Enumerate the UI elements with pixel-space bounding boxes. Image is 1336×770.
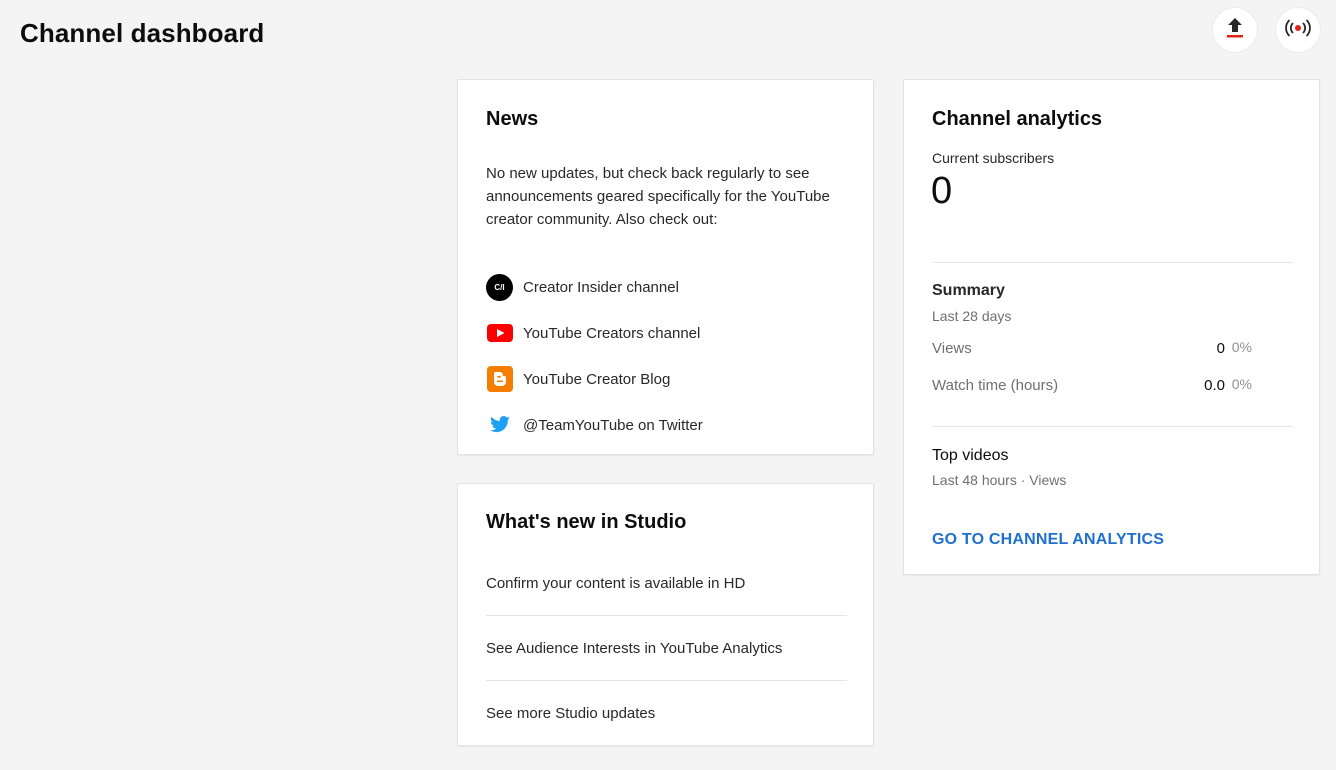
link-label: YouTube Creators channel (523, 324, 701, 342)
metric-value: 0.0 (1204, 377, 1225, 394)
metric-label: Watch time (hours) (932, 377, 1059, 394)
link-creator-insider[interactable]: C/I Creator Insider channel (486, 264, 703, 310)
views-metric-row: Views 0 0% (932, 339, 1252, 357)
link-teamyoutube-twitter[interactable]: @TeamYouTube on Twitter (486, 402, 703, 448)
channel-analytics-title: Channel analytics (932, 108, 1103, 130)
link-label: YouTube Creator Blog (523, 370, 671, 388)
metric-change: 0% (1231, 376, 1252, 392)
divider (932, 262, 1293, 263)
news-body: No new updates, but check back regularly… (486, 165, 830, 228)
go-live-button[interactable] (1275, 7, 1321, 53)
channel-analytics-card: Channel analytics Current subscribers 0 … (903, 79, 1320, 575)
summary-period: Last 28 days (932, 308, 1012, 324)
live-broadcast-icon (1284, 18, 1312, 43)
creator-insider-icon: C/I (486, 273, 513, 301)
page-title: Channel dashboard (20, 18, 265, 48)
news-links: C/I Creator Insider channel YouTube Crea… (486, 264, 703, 448)
upload-icon (1224, 16, 1246, 45)
whats-new-card: What's new in Studio Confirm your conten… (457, 483, 874, 746)
creator-insider-icon-text: C/I (494, 282, 505, 292)
subscribers-label: Current subscribers (932, 150, 1055, 166)
twitter-icon (486, 412, 513, 439)
summary-title: Summary (932, 282, 1005, 299)
blogger-icon (486, 366, 513, 393)
metric-label: Views (932, 340, 972, 357)
header-actions (1212, 7, 1321, 53)
link-youtube-creators[interactable]: YouTube Creators channel (486, 310, 703, 356)
whats-new-item[interactable]: Confirm your content is available in HD (486, 551, 847, 616)
whats-new-title: What's new in Studio (486, 511, 687, 533)
link-label: Creator Insider channel (523, 278, 679, 296)
upload-button[interactable] (1212, 7, 1258, 53)
watch-time-metric-row: Watch time (hours) 0.0 0% (932, 376, 1252, 394)
subscribers-count: 0 (931, 170, 953, 212)
whats-new-item[interactable]: See more Studio updates (486, 681, 847, 746)
top-videos-title: Top videos (932, 447, 1009, 464)
youtube-icon (486, 320, 513, 347)
top-videos-subtitle: Last 48 hours · Views (932, 472, 1067, 488)
divider (932, 426, 1293, 427)
whats-new-list: Confirm your content is available in HD … (486, 551, 847, 746)
whats-new-item[interactable]: See Audience Interests in YouTube Analyt… (486, 616, 847, 681)
go-to-channel-analytics-link[interactable]: GO TO CHANNEL ANALYTICS (932, 531, 1164, 549)
link-creator-blog[interactable]: YouTube Creator Blog (486, 356, 703, 402)
news-title: News (486, 108, 539, 130)
metric-change: 0% (1231, 339, 1252, 355)
news-card: News No new updates, but check back regu… (457, 79, 874, 455)
channel-dashboard-page: Channel dashboard News No new updates, b… (0, 0, 1336, 770)
link-label: @TeamYouTube on Twitter (523, 416, 703, 434)
metric-value: 0 (1216, 340, 1225, 357)
